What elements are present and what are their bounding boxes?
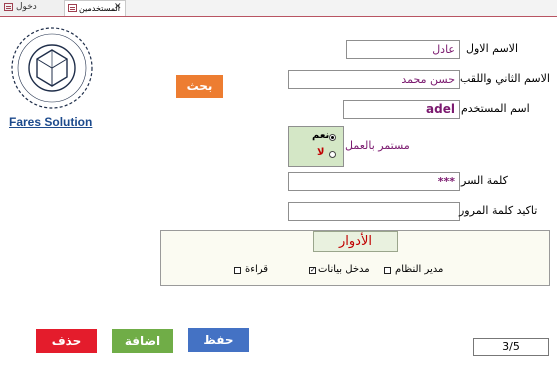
role-admin-label: مدير النظام — [395, 264, 444, 275]
close-tab-icon[interactable]: ✕ — [114, 0, 122, 15]
add-button[interactable]: اضافة — [112, 329, 173, 353]
first-name-label: الاسم الاول — [466, 42, 518, 55]
tab-strip: دخول المستخدمين ✕ — [0, 0, 557, 17]
roles-title: الأدوار — [313, 231, 398, 252]
save-button[interactable]: حفظ — [188, 328, 249, 352]
role-read-checkbox[interactable] — [234, 267, 241, 274]
record-counter: 3/5 — [473, 338, 549, 356]
second-name-label: الاسم الثاني واللقب — [460, 72, 550, 85]
role-admin-checkbox[interactable] — [384, 267, 391, 274]
confirm-password-label: تاكيد كلمة المرور — [459, 204, 538, 217]
search-button[interactable]: بحث — [176, 75, 223, 98]
company-logo-icon — [11, 27, 93, 109]
username-label: اسم المستخدم — [461, 102, 530, 115]
employed-yes-label: نعم — [312, 130, 330, 141]
employed-no-radio[interactable] — [329, 151, 336, 158]
password-label: كلمة السر — [461, 174, 508, 187]
form-icon — [4, 3, 13, 11]
employed-no-label: لا — [317, 147, 325, 158]
role-data-entry-label: مدخل بيانات — [318, 264, 370, 275]
tab-login-label: دخول — [16, 2, 37, 12]
first-name-field[interactable]: عادل — [346, 40, 460, 59]
form-icon — [68, 4, 77, 12]
role-read-label: قراءة — [245, 264, 269, 275]
employed-label: مستمر بالعمل — [345, 139, 410, 152]
employed-yes-radio[interactable] — [329, 134, 336, 141]
confirm-password-field[interactable] — [288, 202, 460, 221]
delete-button[interactable]: حذف — [36, 329, 97, 353]
password-field[interactable]: *** — [288, 172, 460, 191]
employed-option-group: نعم لا — [288, 126, 344, 167]
role-data-entry-checkbox[interactable] — [309, 267, 316, 274]
tab-login[interactable]: دخول — [0, 0, 64, 15]
username-field[interactable]: adel — [343, 100, 460, 119]
company-link[interactable]: Fares Solution — [9, 115, 92, 129]
second-name-field[interactable]: حسن محمد — [288, 70, 460, 89]
logo — [8, 24, 96, 112]
